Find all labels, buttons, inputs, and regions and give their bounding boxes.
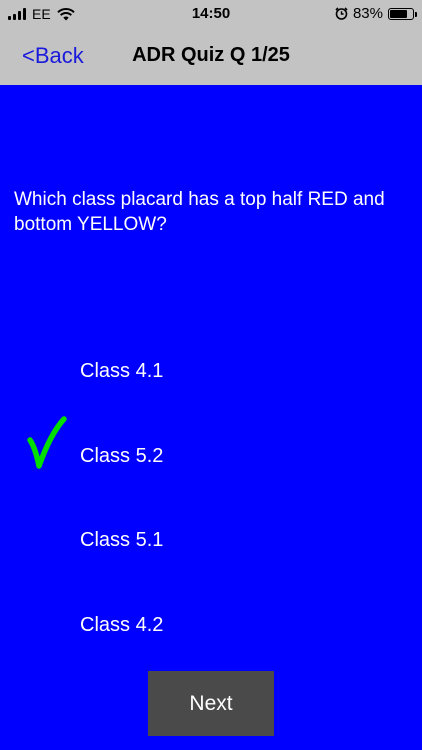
battery-fill (390, 9, 407, 18)
question-text: Which class placard has a top half RED a… (14, 189, 385, 235)
answer-option[interactable]: Class 4.2 (80, 614, 163, 637)
answer-option[interactable]: Class 5.2 (80, 445, 163, 468)
alarm-icon (335, 7, 348, 20)
battery-icon (388, 7, 417, 20)
battery-percentage: 83% (352, 5, 383, 22)
status-right: 83% (335, 5, 417, 22)
navigation-bar: <Back ADR Quiz Q 1/25 (0, 28, 422, 85)
status-bar: EE 14:50 83% (0, 0, 422, 28)
answer-option[interactable]: Class 4.1 (80, 360, 163, 383)
next-button[interactable]: Next (148, 671, 274, 736)
checkmark-icon (27, 416, 67, 469)
page-title: ADR Quiz Q 1/25 (132, 44, 290, 66)
answer-option[interactable]: Class 5.1 (80, 529, 163, 552)
